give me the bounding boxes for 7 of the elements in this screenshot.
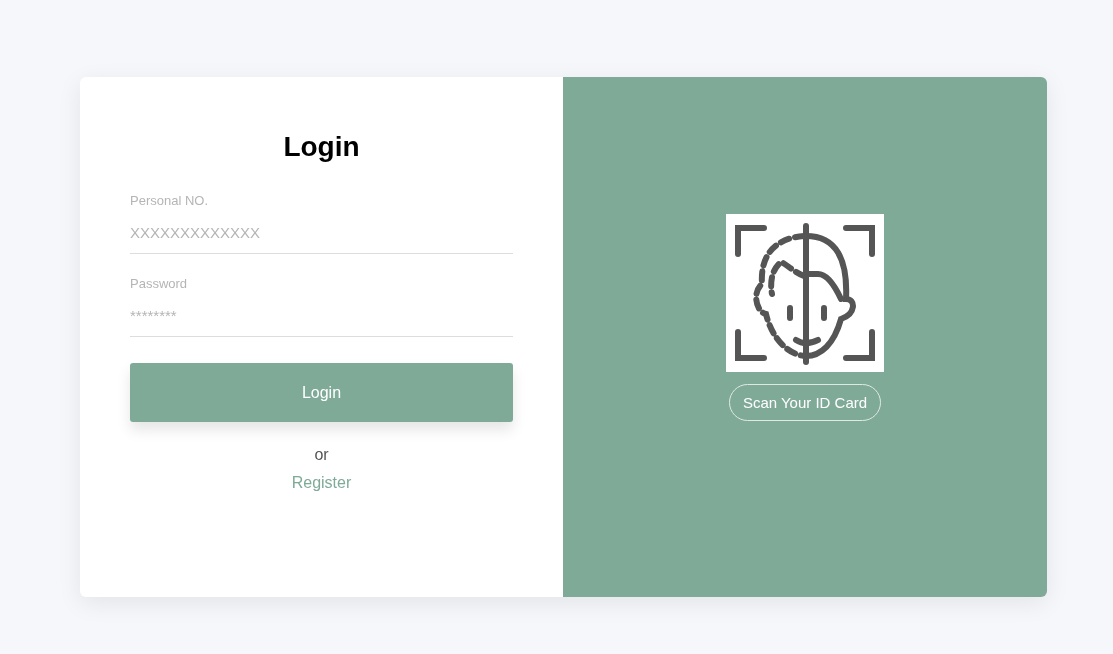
or-separator: or [314, 446, 329, 464]
login-title: Login [283, 131, 360, 163]
field-label: Password [130, 276, 189, 291]
field-label: Personal NO. [130, 193, 210, 208]
face-scan-icon [726, 213, 884, 372]
login-button[interactable]: Login [130, 363, 513, 422]
register-link[interactable]: Register [291, 474, 352, 492]
